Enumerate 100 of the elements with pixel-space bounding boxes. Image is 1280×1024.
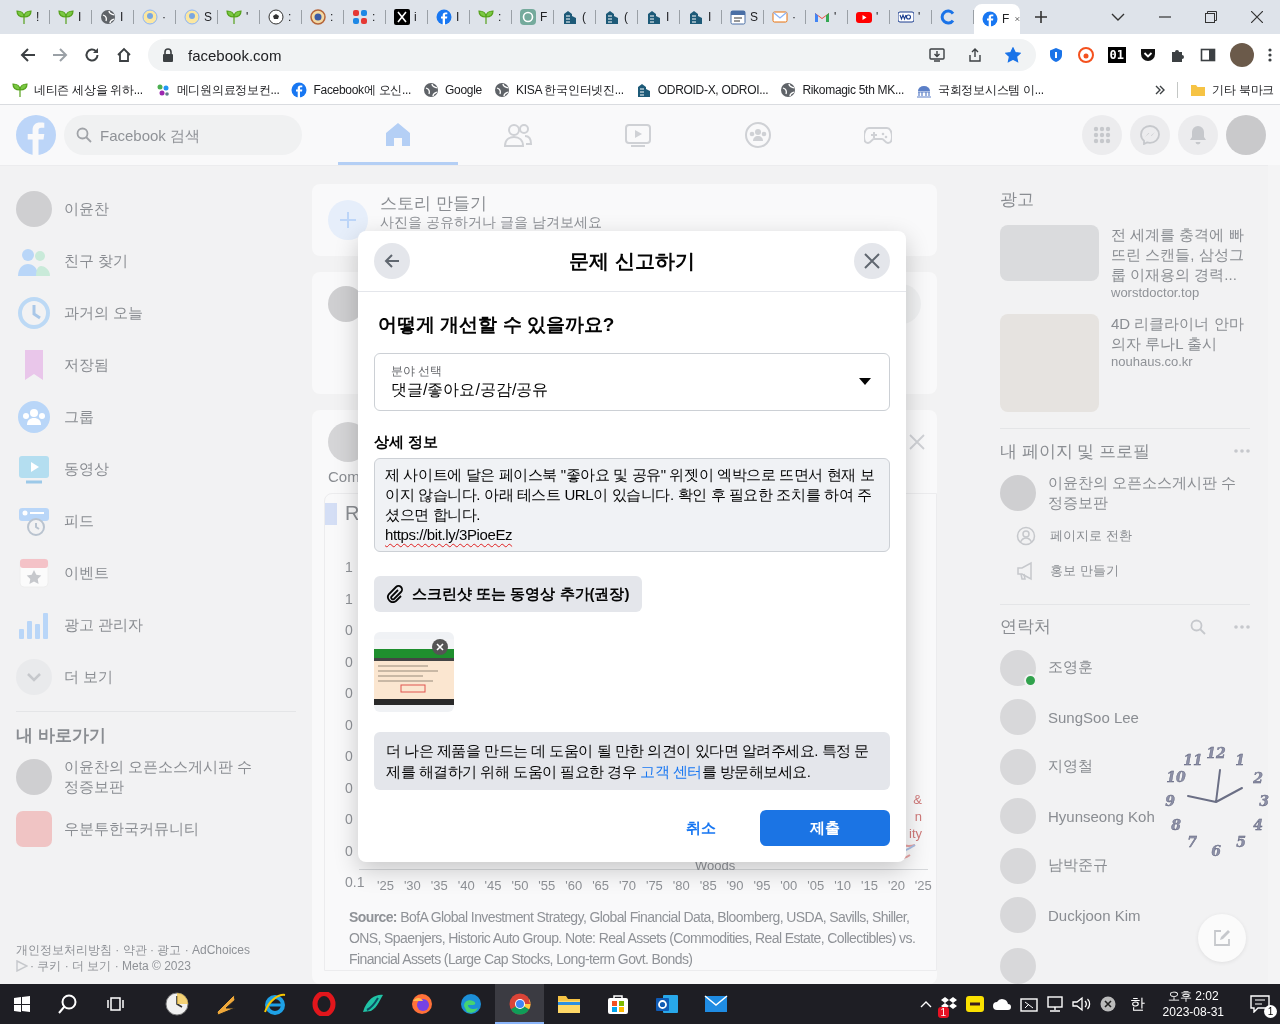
browser-tab[interactable]: !	[8, 0, 50, 34]
card-reader-icon[interactable]	[1019, 996, 1038, 1012]
ring-logo-icon[interactable]	[311, 992, 336, 1016]
side-panel-icon[interactable]	[1200, 47, 1216, 63]
browser-tab[interactable]: (	[554, 0, 596, 34]
bookmark-link[interactable]: KISA 한국인터넷진...	[515, 81, 624, 99]
bookmark-folder[interactable]: 기타 북마크	[1212, 81, 1274, 99]
chevron-double-icon[interactable]	[1155, 85, 1166, 95]
browser-tab[interactable]: :	[470, 0, 512, 34]
more-dots-icon[interactable]	[1234, 624, 1250, 629]
browser-tab[interactable]: S	[176, 0, 218, 34]
chevron-down-icon[interactable]	[1111, 12, 1125, 22]
browser-tab[interactable]: :	[344, 0, 386, 34]
kebab-menu-icon[interactable]	[1268, 47, 1272, 63]
swirl-icon[interactable]	[1077, 47, 1094, 63]
browser-tab[interactable]: I	[428, 0, 470, 34]
browser-tab[interactable]: S	[722, 0, 764, 34]
grid-icon	[1093, 126, 1111, 144]
help-center-link[interactable]: 고객 센터	[640, 763, 702, 780]
bookmark-link[interactable]: Google	[445, 83, 482, 97]
bookmark-link[interactable]: Rikomagic 5th MK...	[802, 83, 905, 97]
task-view-icon[interactable]	[106, 995, 124, 1013]
clock-numeral: 6	[1211, 843, 1221, 859]
submit-button[interactable]: 제출	[760, 810, 890, 846]
browser-tab[interactable]: ·	[764, 0, 806, 34]
browser-tab[interactable]: :	[302, 0, 344, 34]
browser-tab[interactable]: I	[92, 0, 134, 34]
star-icon[interactable]	[1004, 47, 1021, 63]
pocket-icon[interactable]	[1140, 47, 1156, 63]
close-circle-icon[interactable]	[1099, 996, 1116, 1012]
browser-tab[interactable]: F	[512, 0, 554, 34]
envelope-logo-icon[interactable]	[654, 992, 679, 1016]
home-icon[interactable]	[116, 47, 132, 63]
share-icon[interactable]	[966, 47, 983, 63]
browser-tab[interactable]: '	[218, 0, 260, 34]
search-icon[interactable]	[58, 994, 78, 1014]
cloud-icon[interactable]	[991, 998, 1012, 1010]
windows-logo-icon[interactable]	[14, 996, 30, 1012]
info-text: 더 나은 제품을 만드는 데 도움이 될 만한 의견이 있다면 알려주세요. 특정 문제를 해결하기 위해 도움이 필요한 경우 고객 센터를 방문해보세요.	[374, 732, 890, 790]
close-icon[interactable]	[1251, 11, 1263, 23]
clock-date[interactable]: 2023-08-31	[1162, 1004, 1224, 1020]
sprout-icon	[12, 82, 28, 98]
browser-tab[interactable]: ·	[134, 0, 176, 34]
circle-logo-icon[interactable]	[507, 992, 532, 1016]
browser-tab[interactable]: I	[638, 0, 680, 34]
browser-tab[interactable]: '	[848, 0, 890, 34]
plus-icon[interactable]	[1034, 10, 1048, 24]
input-method-indicator[interactable]: 한	[1129, 994, 1145, 1014]
axis-label: '55	[538, 878, 556, 893]
clock-icon[interactable]	[164, 992, 189, 1016]
back-arrow-icon[interactable]	[20, 47, 36, 63]
speaker-icon[interactable]	[1071, 996, 1092, 1012]
bookmark-link[interactable]: 국회정보시스템 이...	[938, 81, 1044, 99]
bookmark-link[interactable]: Facebook에 오신...	[313, 81, 412, 99]
back-button[interactable]	[374, 243, 410, 279]
badge: 1	[1264, 1005, 1277, 1018]
more-dots-icon[interactable]	[1234, 449, 1250, 454]
browser-tab[interactable]: (	[596, 0, 638, 34]
address-bar[interactable]: facebook.com	[148, 39, 1036, 71]
chevron-up-icon[interactable]	[919, 1000, 932, 1008]
axis-label: 0	[345, 779, 354, 797]
e-logo-icon[interactable]	[262, 992, 287, 1016]
puzzle-icon[interactable]	[1170, 47, 1186, 63]
axis-label: '85	[699, 878, 717, 893]
active-tab[interactable]: F	[974, 4, 1020, 34]
bookmark-link[interactable]: ODROID-X, ODROI...	[657, 83, 769, 97]
building-logo-icon	[635, 82, 652, 98]
restore-icon[interactable]	[1205, 11, 1217, 23]
bookmark-link[interactable]: 메디원의료정보컨...	[176, 81, 280, 99]
shopping-bag-icon[interactable]	[605, 992, 630, 1016]
chat-bubble-icon[interactable]	[965, 996, 984, 1012]
notification-icon[interactable]	[1250, 995, 1270, 1013]
details-field[interactable]: 제 사이트에 달은 페이스북 "좋아요 및 공유" 위젯이 엑박으로 뜨면서 현재 보이지 않습니다. 아래 테스트 URL이 있습니다. 확인 후 필요한 조치를 하여 주셨으면 합니다. https://bit.ly/3PioeEz	[374, 458, 890, 552]
profile-avatar[interactable]	[1230, 43, 1254, 67]
network-icon[interactable]	[1045, 996, 1064, 1012]
axis-label: '95	[753, 878, 771, 893]
cancel-button[interactable]: 취소	[658, 810, 744, 846]
forward-arrow-icon[interactable]	[52, 47, 68, 63]
category-dropdown[interactable]: 분야 선택 댓글/좋아요/공감/공유	[374, 353, 890, 411]
wave-logo-icon[interactable]	[458, 992, 483, 1016]
close-button[interactable]	[854, 243, 890, 279]
shield-icon[interactable]	[1047, 47, 1064, 63]
attach-button[interactable]: 스크린샷 또는 동영상 추가(권장)	[374, 576, 642, 612]
avatar	[16, 191, 52, 227]
browser-tab[interactable]: '	[890, 0, 932, 34]
browser-tab[interactable]: :	[260, 0, 302, 34]
group-icon	[16, 399, 52, 435]
fox-logo-icon[interactable]	[409, 992, 434, 1016]
extension-button[interactable]: 01	[1107, 47, 1126, 63]
install-icon[interactable]	[928, 47, 945, 63]
reload-icon[interactable]	[84, 47, 100, 63]
folder-icon	[1190, 82, 1207, 98]
clock-time[interactable]: 오후 2:02	[1167, 988, 1219, 1004]
browser-tab[interactable]: '	[806, 0, 848, 34]
axis-label: '30	[403, 878, 421, 893]
browser-tab[interactable]: I	[680, 0, 722, 34]
bookmark-link[interactable]: 네티즌 세상을 위하...	[34, 81, 143, 99]
search-field[interactable]: Facebook 검색	[64, 115, 302, 155]
browser-tab[interactable]: I	[50, 0, 92, 34]
browser-tab[interactable]: i	[386, 0, 428, 34]
